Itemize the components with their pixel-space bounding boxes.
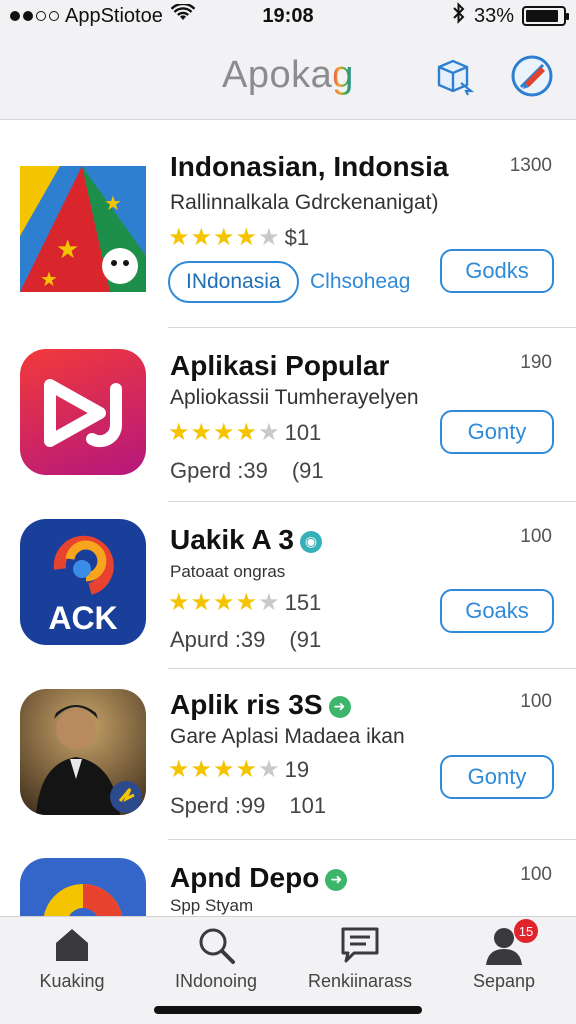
tab-profile[interactable]: 15 Sepanp (432, 919, 576, 1005)
developer-link[interactable]: Clhsoheag (310, 270, 410, 294)
get-button[interactable]: Godks (440, 249, 554, 293)
rating-stars: ★★★★★ 101 (168, 418, 321, 447)
list-item[interactable]: Aplikasi Popular 190 Apliokassii Tumhera… (0, 328, 576, 502)
tab-chat[interactable]: Renkiinarass (288, 925, 432, 1005)
app-meta: Apurd :39 (91 (170, 627, 322, 652)
app-subtitle: Patoaat ongras (170, 562, 286, 581)
app-count: 100 (520, 691, 552, 712)
list-item[interactable]: ★ ★ ★ Indonasian, Indonsia 1300 Rallinnalk… (0, 121, 576, 328)
list-item[interactable]: Apnd Depo ➜ 100 Spp Styam (0, 840, 576, 916)
star-filled-icon: ★ (168, 756, 191, 783)
tab-home[interactable]: Kuaking (0, 925, 144, 1005)
star-filled-icon: ★ (190, 756, 214, 783)
tab-label: Renkiinarass (307, 971, 413, 991)
nav-bar: Apokag (0, 32, 576, 120)
svg-text:★: ★ (104, 191, 122, 215)
notification-badge: 15 (514, 919, 538, 943)
app-icon (20, 689, 146, 815)
rating-stars: ★★★★★ (168, 223, 281, 252)
clock: 19:08 (262, 4, 314, 27)
get-button[interactable]: Gonty (440, 410, 554, 454)
star-filled-icon: ★ (235, 224, 259, 251)
app-count: 100 (520, 526, 552, 547)
star-filled-icon: ★ (213, 224, 236, 251)
app-name: Aplikasi Popular (170, 350, 390, 381)
app-name: Uakik A 3 ◉ (170, 524, 322, 556)
app-count: 100 (520, 864, 552, 885)
rating-value: 19 (284, 756, 310, 782)
verified-icon: ◉ (300, 530, 322, 553)
svg-text:★: ★ (56, 235, 79, 265)
verified-icon: ➜ (328, 695, 351, 718)
list-item[interactable]: ACK Uakik A 3 ◉ 100 Patoaat ongras ★★★★★ 1… (0, 502, 576, 669)
star-filled-icon: ★ (168, 419, 191, 446)
app-icon (20, 349, 146, 475)
app-meta: Gperd :39 (91 (170, 458, 324, 483)
app-list: ★ ★ ★ Indonasian, Indonsia 1300 Rallinnalk… (0, 121, 576, 916)
app-icon: ACK (20, 519, 146, 645)
profile-icon: 15 (484, 919, 538, 965)
home-indicator (154, 1006, 422, 1014)
star-filled-icon: ★ (213, 756, 236, 783)
star-filled-icon: ★ (235, 419, 259, 446)
app-meta: Sperd :99 101 (170, 793, 327, 818)
app-count: 1300 (509, 155, 552, 176)
app-subtitle: Rallinnalkala Gdrckenanigat) (170, 191, 439, 214)
app-subtitle: Gare Aplasi Madaea ikan (170, 725, 405, 748)
rating-stars: ★★★★★ 151 (168, 588, 321, 617)
category-chip[interactable]: INdonasia (168, 261, 299, 303)
star-filled-icon: ★ (235, 589, 259, 616)
search-icon (196, 925, 236, 965)
app-icon (20, 858, 146, 916)
star-empty-icon: ★ (258, 756, 281, 783)
star-filled-icon: ★ (190, 589, 214, 616)
get-button[interactable]: Goaks (440, 589, 554, 633)
star-empty-icon: ★ (258, 419, 281, 446)
star-empty-icon: ★ (258, 224, 281, 251)
star-filled-icon: ★ (168, 589, 191, 616)
app-name: Apnd Depo ➜ (170, 862, 348, 894)
star-filled-icon: ★ (190, 224, 214, 251)
get-button[interactable]: Gonty (440, 755, 554, 799)
rating-value: $1 (284, 224, 310, 250)
rating-stars: ★★★★★ $1 (168, 223, 309, 252)
signal-strength-icon (10, 11, 59, 21)
star-empty-icon: ★ (258, 589, 281, 616)
star-filled-icon: ★ (235, 756, 259, 783)
app-icon: ★ ★ ★ (20, 166, 146, 292)
tab-label: INdonoing (174, 971, 258, 991)
verified-icon: ➜ (325, 868, 348, 891)
star-filled-icon: ★ (168, 224, 191, 251)
battery-percent: 33% (473, 4, 514, 27)
wifi-icon (170, 2, 196, 28)
star-filled-icon: ★ (213, 589, 236, 616)
app-count: 190 (520, 352, 552, 373)
edit-pen-icon[interactable] (508, 52, 556, 100)
tab-label: Kuaking (39, 971, 105, 991)
rating-stars: ★★★★★ 19 (168, 755, 309, 784)
page-title: Apokag (222, 54, 354, 96)
tab-search[interactable]: INdonoing (144, 925, 288, 1005)
bluetooth-icon (452, 2, 466, 30)
app-subtitle: Apliokassii Tumherayelyen (170, 386, 419, 409)
cube-select-icon[interactable] (430, 52, 478, 100)
tab-label: Sepanp (472, 971, 536, 991)
status-bar: AppStiotoe 19:08 33% (0, 0, 576, 32)
app-name: Aplik ris 3S ➜ (170, 689, 351, 721)
carrier-name: AppStiotoe (65, 4, 163, 27)
chat-icon (340, 925, 380, 965)
star-filled-icon: ★ (213, 419, 236, 446)
svg-text:★: ★ (40, 267, 58, 291)
rating-value: 101 (284, 419, 322, 445)
star-filled-icon: ★ (190, 419, 214, 446)
list-item[interactable]: Aplik ris 3S ➜ 100 Gare Aplasi Madaea ika… (0, 669, 576, 840)
app-name: Indonasian, Indonsia (170, 151, 449, 182)
home-icon (52, 925, 92, 965)
app-icon-text: ACK (48, 600, 117, 636)
battery-icon (522, 6, 569, 26)
app-subtitle: Spp Styam (170, 896, 254, 915)
rating-value: 151 (284, 589, 322, 615)
